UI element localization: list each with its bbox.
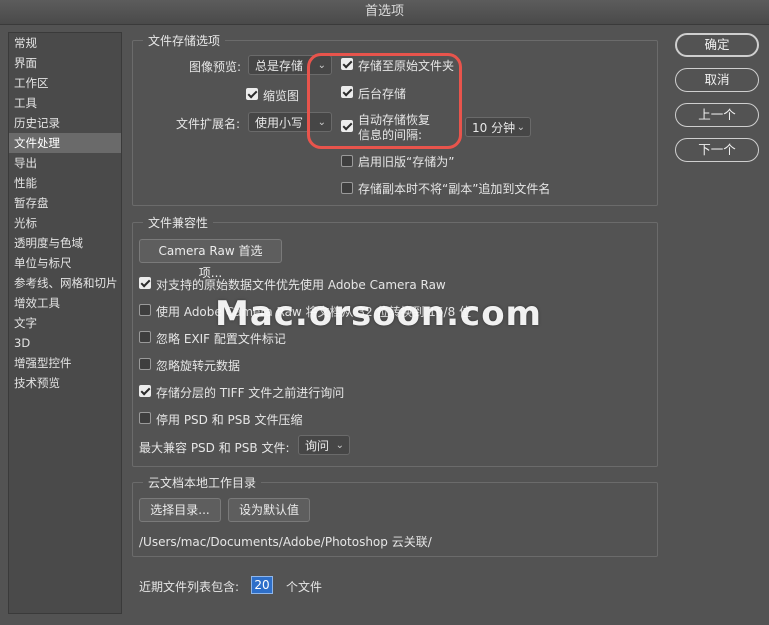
sidebar-item[interactable]: 增效工具 — [9, 293, 121, 313]
auto-save-interval-dropdown[interactable]: 10 分钟 ⌄ — [465, 117, 531, 137]
next-button[interactable]: 下一个 — [675, 138, 759, 162]
sidebar-item[interactable]: 技术预览 — [9, 373, 121, 393]
ignore-rotation-label: 忽略旋转元数据 — [156, 359, 241, 373]
sidebar: 常规 界面 工作区 工具 历史记录 文件处理 导出 性能 暂存盘 光标 透明度与色域 单位与标尺 参考线… — [8, 32, 122, 614]
sidebar-item[interactable]: 增强型控件 — [9, 353, 121, 373]
sidebar-item[interactable]: 文件处理 — [9, 133, 121, 153]
sidebar-item[interactable]: 暂存盘 — [9, 193, 121, 213]
disable-psd-compression-checkbox[interactable] — [139, 412, 151, 424]
ask-tiff-layers-label: 存储分层的 TIFF 文件之前进行询问 — [156, 386, 345, 400]
no-copy-suffix-label: 存储副本时不将“副本”追加到文件名 — [358, 182, 551, 196]
watermark: Mac.orsoon.com — [215, 294, 542, 334]
thumbnail-checkbox[interactable] — [246, 88, 258, 100]
file-extension-label: 文件扩展名: — [176, 117, 241, 131]
sidebar-item[interactable]: 常规 — [9, 33, 121, 53]
cloud-path: /Users/mac/Documents/Adobe/Photoshop 云关联… — [139, 535, 432, 549]
sidebar-item[interactable]: 文字 — [9, 313, 121, 333]
group-title-file-compatibility: 文件兼容性 — [143, 214, 214, 231]
window-title: 首选项 — [0, 0, 769, 25]
sidebar-item[interactable]: 界面 — [9, 53, 121, 73]
sidebar-item[interactable]: 工作区 — [9, 73, 121, 93]
legacy-save-as-label: 启用旧版“存储为” — [358, 155, 455, 169]
prefer-camera-raw-label: 对支持的原始数据文件优先使用 Adobe Camera Raw — [156, 278, 446, 292]
chevron-down-icon: ⌄ — [335, 440, 344, 451]
previous-button[interactable]: 上一个 — [675, 103, 759, 127]
ok-button[interactable]: 确定 — [675, 33, 759, 57]
prefer-camera-raw-checkbox[interactable] — [139, 277, 151, 289]
choose-directory-button[interactable]: 选择目录... — [139, 498, 221, 522]
sidebar-item[interactable]: 3D — [9, 333, 121, 353]
highlight-annotation — [307, 53, 462, 149]
preferences-window: 首选项 常规 界面 工作区 工具 历史记录 文件处理 导出 性能 暂存盘 光标 透明度与色域 单位与标… — [0, 0, 769, 625]
sidebar-item[interactable]: 单位与标尺 — [9, 253, 121, 273]
recent-files-suffix: 个文件 — [286, 580, 323, 594]
cancel-button[interactable]: 取消 — [675, 68, 759, 92]
max-compat-dropdown[interactable]: 询问 ⌄ — [298, 435, 350, 455]
auto-save-interval-value: 10 分钟 — [472, 121, 516, 135]
camera-raw-convert-checkbox[interactable] — [139, 304, 151, 316]
camera-raw-preferences-button[interactable]: Camera Raw 首选项... — [139, 239, 282, 280]
no-copy-suffix-checkbox[interactable] — [341, 182, 353, 194]
chevron-down-icon: ⌄ — [516, 122, 525, 133]
group-title-file-saving: 文件存储选项 — [143, 32, 226, 49]
group-title-cloud-docs: 云文档本地工作目录 — [143, 474, 262, 491]
sidebar-item[interactable]: 导出 — [9, 153, 121, 173]
image-preview-label: 图像预览: — [189, 60, 242, 74]
set-default-button[interactable]: 设为默认值 — [228, 498, 310, 522]
recent-files-count-input[interactable]: 20 — [251, 576, 273, 594]
sidebar-item[interactable]: 历史记录 — [9, 113, 121, 133]
file-extension-value: 使用小写 — [255, 116, 304, 130]
recent-files-label: 近期文件列表包含: — [139, 580, 240, 594]
sidebar-item[interactable]: 工具 — [9, 93, 121, 113]
sidebar-item[interactable]: 参考线、网格和切片 — [9, 273, 121, 293]
sidebar-item[interactable]: 性能 — [9, 173, 121, 193]
ask-tiff-layers-checkbox[interactable] — [139, 385, 151, 397]
legacy-save-as-checkbox[interactable] — [341, 155, 353, 167]
max-compat-value: 询问 — [305, 439, 330, 453]
ignore-exif-checkbox[interactable] — [139, 331, 151, 343]
max-compat-label: 最大兼容 PSD 和 PSB 文件: — [139, 441, 290, 455]
sidebar-item[interactable]: 光标 — [9, 213, 121, 233]
disable-psd-compression-label: 停用 PSD 和 PSB 文件压缩 — [156, 413, 303, 427]
thumbnail-label: 缩览图 — [263, 89, 300, 103]
image-preview-value: 总是存储 — [255, 59, 304, 73]
ignore-rotation-checkbox[interactable] — [139, 358, 151, 370]
sidebar-item[interactable]: 透明度与色域 — [9, 233, 121, 253]
